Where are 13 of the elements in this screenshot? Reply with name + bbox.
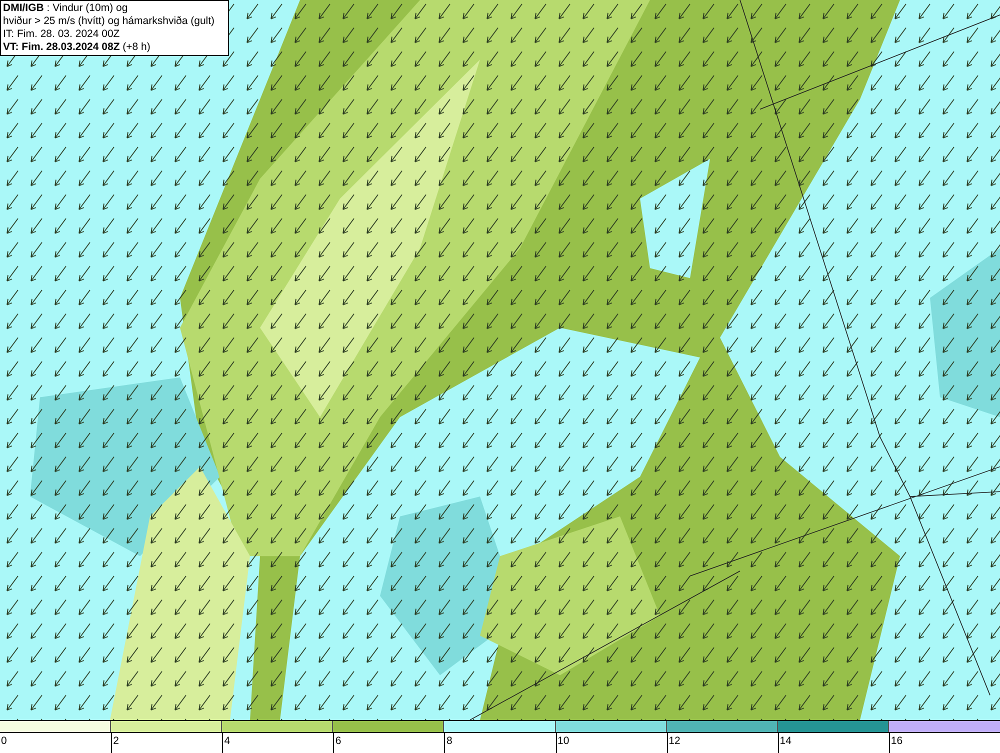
legend-label: 6 [334, 734, 342, 749]
legend-label: 16 [890, 734, 904, 749]
title-line: IT: Fim. 28. 03. 2024 00Z [3, 28, 121, 41]
legend-label: 0 [0, 734, 8, 749]
title-line: hviður > 25 m/s (hvítt) og hámarkshviða (gult) [3, 15, 216, 28]
legend-label: 10 [556, 734, 570, 749]
legend-label: 4 [223, 734, 232, 749]
title-line: DMI/IGB : Vindur (10m) og [3, 2, 129, 15]
title-line: VT: Fim. 28.03.2024 08Z (+8 h) [3, 41, 152, 54]
legend-label: 2 [112, 734, 120, 749]
legend-label: 8 [445, 734, 454, 749]
legend-label: 14 [778, 734, 792, 749]
legend-label: 12 [668, 734, 682, 749]
